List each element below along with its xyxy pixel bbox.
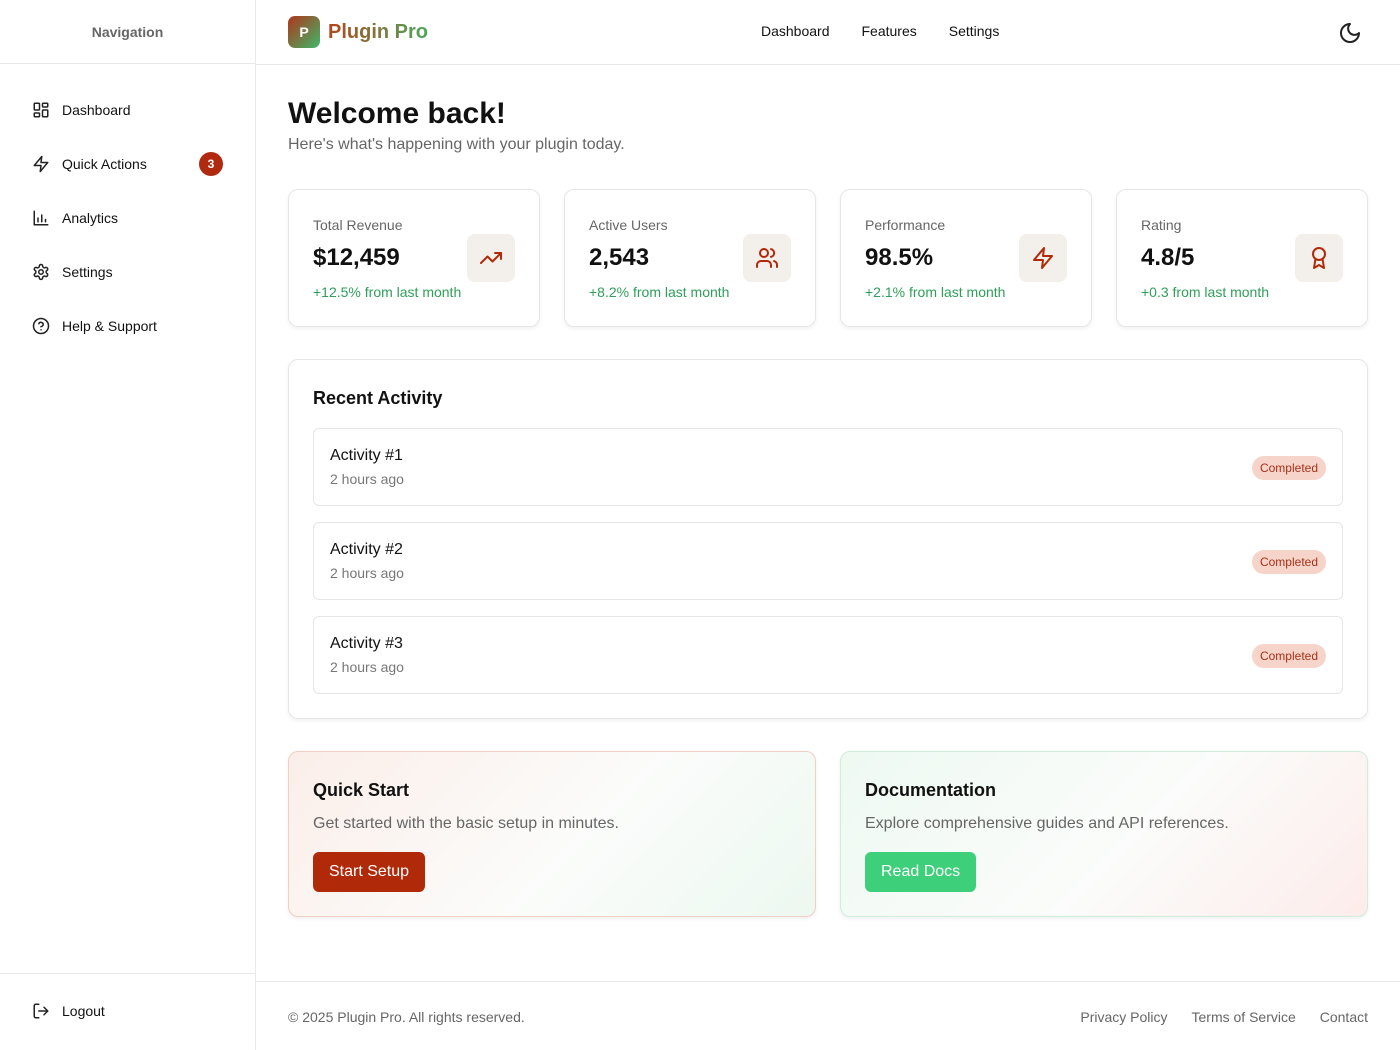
stat-value: $12,459	[313, 244, 400, 271]
activity-time: 2 hours ago	[330, 659, 404, 675]
award-icon	[1312, 247, 1326, 269]
stat-card-revenue: Total Revenue $12,459 +12.5% from last m…	[288, 189, 540, 327]
activity-item[interactable]: Activity #1 2 hours ago Completed	[313, 428, 1343, 506]
dashboard-icon	[33, 102, 49, 118]
status-badge: Completed	[1251, 644, 1326, 668]
stat-icon-box	[1295, 234, 1343, 282]
top-nav-features[interactable]: Features	[862, 23, 917, 39]
page-footer: © 2025 Plugin Pro. All rights reserved. …	[256, 981, 1400, 1050]
status-badge: Completed	[1251, 456, 1326, 480]
sidebar: Navigation Dashboard Quick Actions 3 Ana…	[0, 0, 256, 1050]
top-header: P Plugin Pro Dashboard Features Settings	[256, 0, 1400, 65]
documentation-card: Documentation Explore comprehensive guid…	[840, 751, 1368, 917]
logout-label: Logout	[62, 1003, 105, 1019]
start-setup-button[interactable]: Start Setup	[313, 852, 426, 892]
users-icon	[756, 248, 779, 268]
sidebar-item-label: Settings	[62, 264, 113, 280]
stat-card-rating: Rating 4.8/5 +0.3 from last month	[1116, 189, 1368, 327]
moon-icon	[1340, 23, 1360, 43]
theme-toggle-button[interactable]	[1338, 21, 1362, 45]
stat-value: 98.5%	[865, 244, 934, 271]
stat-icon-box	[467, 234, 515, 282]
recent-activity-panel: Recent Activity Activity #1 2 hours ago …	[288, 359, 1368, 719]
stat-card-users: Active Users 2,543 +8.2% from last month	[564, 189, 816, 327]
stat-change: +12.5% from last month	[313, 284, 462, 300]
page-title: Welcome back!	[288, 97, 506, 130]
activity-time: 2 hours ago	[330, 565, 404, 581]
stat-card-performance: Performance 98.5% +2.1% from last month	[840, 189, 1092, 327]
brand[interactable]: P Plugin Pro	[288, 16, 428, 48]
gear-icon	[33, 263, 49, 281]
contact-link[interactable]: Contact	[1320, 1009, 1368, 1025]
sidebar-item-label: Analytics	[62, 210, 119, 226]
stat-label: Total Revenue	[313, 217, 403, 233]
stat-value: 4.8/5	[1141, 244, 1195, 271]
logout-button[interactable]: Logout	[32, 1002, 105, 1020]
status-badge: Completed	[1251, 550, 1326, 574]
terms-of-service-link[interactable]: Terms of Service	[1192, 1009, 1296, 1025]
top-nav-settings[interactable]: Settings	[949, 23, 1000, 39]
sidebar-title: Navigation	[0, 0, 255, 64]
card-title: Documentation	[865, 780, 997, 800]
sidebar-nav: Dashboard Quick Actions 3 Analytics Sett…	[0, 64, 255, 353]
stat-label: Rating	[1141, 217, 1182, 233]
panel-title: Recent Activity	[313, 388, 443, 408]
card-title: Quick Start	[313, 780, 410, 800]
activity-title: Activity #3	[330, 635, 403, 652]
sidebar-item-label: Dashboard	[62, 102, 131, 118]
activity-item[interactable]: Activity #3 2 hours ago Completed	[313, 616, 1343, 694]
page-subtitle: Here's what's happening with your plugin…	[288, 136, 625, 153]
sidebar-item-analytics[interactable]: Analytics	[0, 191, 255, 245]
privacy-policy-link[interactable]: Privacy Policy	[1080, 1009, 1167, 1025]
sidebar-footer: Logout	[0, 973, 255, 1050]
card-text: Get started with the basic setup in minu…	[313, 815, 619, 832]
copyright-text: © 2025 Plugin Pro. All rights reserved.	[288, 1009, 525, 1025]
sidebar-item-help[interactable]: Help & Support	[0, 299, 255, 353]
stat-value: 2,543	[589, 244, 650, 271]
top-nav-dashboard[interactable]: Dashboard	[761, 23, 830, 39]
lightning-icon	[33, 155, 49, 173]
logout-icon	[33, 1003, 49, 1019]
sidebar-item-label: Quick Actions	[62, 156, 147, 172]
sidebar-item-dashboard[interactable]: Dashboard	[0, 83, 255, 137]
stat-label: Active Users	[589, 217, 668, 233]
sidebar-item-quick-actions[interactable]: Quick Actions 3	[0, 137, 255, 191]
stat-icon-box	[1019, 234, 1067, 282]
quick-start-card: Quick Start Get started with the basic s…	[288, 751, 816, 917]
brand-name: Plugin Pro	[328, 20, 428, 43]
activity-title: Activity #1	[330, 447, 403, 464]
stat-change: +0.3 from last month	[1141, 284, 1270, 300]
activity-time: 2 hours ago	[330, 471, 404, 487]
sidebar-item-label: Help & Support	[62, 318, 157, 334]
lightning-icon	[1033, 247, 1053, 269]
activity-title: Activity #2	[330, 541, 403, 558]
notification-badge: 3	[199, 152, 223, 176]
activity-item[interactable]: Activity #2 2 hours ago Completed	[313, 522, 1343, 600]
footer-links: Privacy Policy Terms of Service Contact	[1080, 1009, 1368, 1025]
read-docs-button[interactable]: Read Docs	[865, 852, 977, 892]
stat-label: Performance	[865, 217, 946, 233]
card-text: Explore comprehensive guides and API ref…	[865, 815, 1229, 832]
stat-change: +8.2% from last month	[589, 284, 730, 300]
brand-logo: P	[288, 16, 320, 48]
trending-up-icon	[480, 252, 502, 264]
sidebar-item-settings[interactable]: Settings	[0, 245, 255, 299]
bar-chart-icon	[33, 210, 49, 226]
stat-icon-box	[743, 234, 791, 282]
help-circle-icon	[32, 317, 50, 335]
top-nav: Dashboard Features Settings	[761, 23, 999, 39]
stat-change: +2.1% from last month	[865, 284, 1006, 300]
